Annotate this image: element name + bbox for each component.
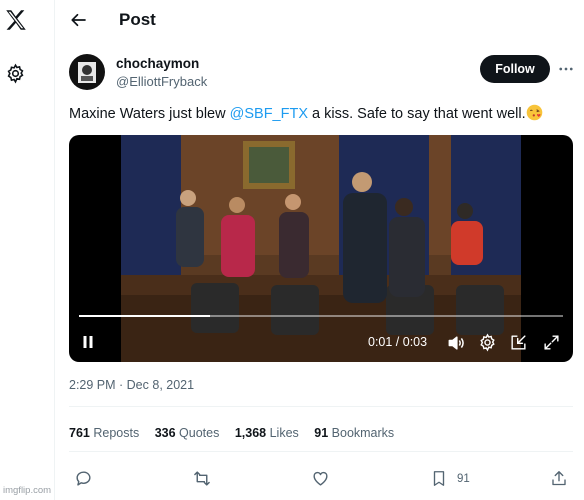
x-logo-icon[interactable] xyxy=(3,7,29,33)
mention-link[interactable]: @SBF_FTX xyxy=(230,106,308,122)
kiss-emoji-icon xyxy=(526,104,542,121)
tweet-text-before: Maxine Waters just blew xyxy=(69,106,230,122)
pause-icon[interactable] xyxy=(79,333,97,351)
reposts-stat[interactable]: 761 Reposts xyxy=(69,426,139,440)
divider xyxy=(69,406,573,407)
engagement-stats: 761 Reposts 336 Quotes 1,368 Likes 91 Bo… xyxy=(69,426,406,440)
post-main: Post chochaymon @ElliottFryback Follow M… xyxy=(55,0,584,500)
page-title: Post xyxy=(119,10,156,29)
picture-in-picture-icon[interactable] xyxy=(509,333,528,352)
quotes-label: Quotes xyxy=(179,426,220,440)
more-options-icon[interactable] xyxy=(557,60,575,78)
video-player[interactable]: 0:01 / 0:03 xyxy=(69,135,573,362)
tweet-text: Maxine Waters just blew @SBF_FTX a kiss.… xyxy=(69,104,543,122)
likes-count: 1,368 xyxy=(234,426,267,440)
fullscreen-icon[interactable] xyxy=(542,333,561,352)
share-icon[interactable] xyxy=(550,469,568,488)
reply-icon[interactable] xyxy=(74,469,93,488)
likes-stat[interactable]: 1,368 Likes xyxy=(235,426,299,440)
tweet-text-after: a kiss. Safe to say that went well. xyxy=(308,106,526,122)
follow-button[interactable]: Follow xyxy=(480,55,550,83)
quotes-stat[interactable]: 336 Quotes xyxy=(155,426,220,440)
avatar-image xyxy=(78,62,96,83)
back-arrow-icon[interactable] xyxy=(70,11,88,29)
reposts-count: 761 xyxy=(69,426,90,440)
quotes-count: 336 xyxy=(154,426,176,440)
divider xyxy=(69,451,573,452)
volume-icon[interactable] xyxy=(446,333,466,353)
likes-label: Likes xyxy=(269,426,299,440)
avatar[interactable] xyxy=(69,54,105,90)
header: Post xyxy=(55,0,584,40)
gear-icon[interactable] xyxy=(5,63,26,84)
post-timestamp[interactable]: 2:29 PM · Dec 8, 2021 xyxy=(69,378,194,392)
progress-bar[interactable] xyxy=(79,315,563,317)
bookmark-icon[interactable] xyxy=(430,469,448,488)
video-frame xyxy=(121,135,521,362)
reposts-label: Reposts xyxy=(93,426,140,440)
progress-fill xyxy=(79,315,210,317)
display-name[interactable]: chochaymon xyxy=(116,56,199,71)
user-handle[interactable]: @ElliottFryback xyxy=(116,74,207,89)
bookmark-count: 91 xyxy=(457,473,470,485)
bookmarks-count: 91 xyxy=(314,426,329,440)
left-rail xyxy=(0,0,55,500)
settings-icon[interactable] xyxy=(478,333,497,352)
bookmarks-label: Bookmarks xyxy=(331,426,395,440)
watermark: imgflip.com xyxy=(3,485,52,496)
bookmarks-stat[interactable]: 91 Bookmarks xyxy=(314,426,394,440)
video-time: 0:01 / 0:03 xyxy=(368,335,428,349)
repost-icon[interactable] xyxy=(192,469,212,488)
like-icon[interactable] xyxy=(311,469,330,488)
